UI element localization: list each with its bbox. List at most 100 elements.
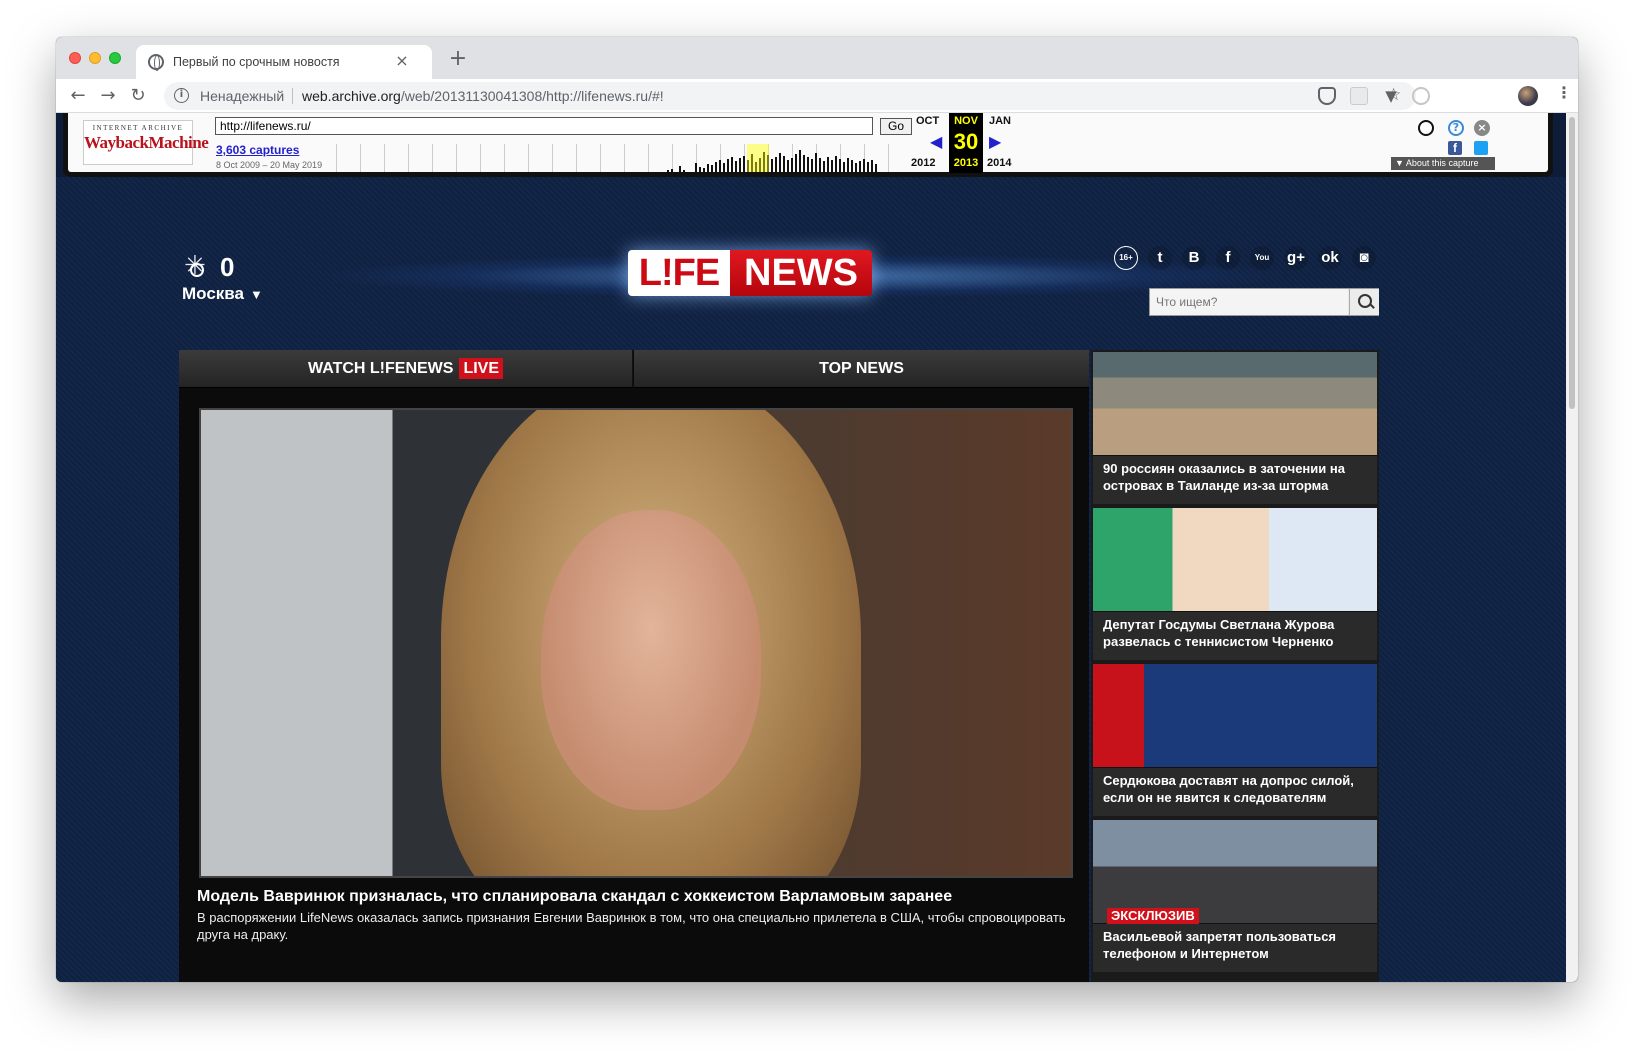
news-card[interactable]: Депутат Госдумы Светлана Журова развелас…	[1093, 508, 1377, 660]
about-capture[interactable]: ▼ About this capture	[1391, 157, 1495, 170]
security-label[interactable]: Ненадежный	[200, 87, 284, 105]
reload-button[interactable]: ↻	[126, 84, 150, 108]
omnibox[interactable]: i Ненадежный web.archive.org/web/2013113…	[164, 82, 1416, 110]
menu-icon[interactable]: ⋮	[1556, 83, 1572, 102]
profile-avatar[interactable]	[1518, 86, 1538, 106]
tab-watch-live[interactable]: WATCH L!FENEWS LIVE	[179, 350, 633, 388]
twitter-icon[interactable]: t	[1148, 246, 1172, 270]
news-thumbnail[interactable]	[1093, 352, 1377, 456]
logo-life: L!FE	[628, 250, 730, 296]
vivaldi-icon[interactable]: ▼	[1382, 87, 1400, 105]
capture-bar	[699, 167, 701, 172]
capture-bar	[823, 161, 825, 172]
facebook-share-icon[interactable]: f	[1448, 141, 1462, 155]
maximize-window-button[interactable]	[109, 52, 121, 64]
lifenews-logo[interactable]: L!FE NEWS	[628, 250, 872, 296]
browser-tab[interactable]: Первый по срочным новостя ×	[136, 45, 432, 79]
city-name: Москва	[182, 284, 244, 303]
capture-bar	[771, 159, 773, 172]
current-month: NOV	[949, 115, 983, 127]
news-card[interactable]: ЭКСКЛЮЗИВ Васильевой запретят пользоватьс…	[1093, 820, 1377, 972]
capture-sparkline[interactable]	[336, 144, 902, 172]
new-tab-button[interactable]: +	[446, 47, 470, 71]
google-plus-icon[interactable]: g+	[1284, 246, 1308, 270]
captures-range: 8 Oct 2009 – 20 May 2019	[216, 160, 323, 170]
capture-bar	[819, 158, 821, 172]
tab-top-news[interactable]: TOP NEWS	[634, 350, 1089, 388]
exclusive-badge: ЭКСКЛЮЗИВ	[1107, 908, 1199, 924]
news-title[interactable]: 90 россиян оказались в заточении на остр…	[1103, 460, 1373, 494]
wayback-logo-top: INTERNET ARCHIVE	[92, 124, 184, 132]
wayback-go-button[interactable]: Go	[880, 118, 912, 135]
news-title[interactable]: Сердюкова доставят на допрос силой, если…	[1103, 772, 1373, 806]
capture-bar	[835, 156, 837, 172]
vkontakte-icon[interactable]: B	[1182, 246, 1206, 270]
prev-year[interactable]: 2012	[911, 157, 935, 169]
prev-capture-arrow-icon[interactable]: ◀	[930, 132, 942, 151]
youtube-icon[interactable]: You	[1250, 246, 1274, 270]
search-input[interactable]	[1150, 289, 1348, 315]
omnibox-divider	[292, 88, 293, 104]
capture-bar	[667, 170, 669, 172]
news-title[interactable]: Депутат Госдумы Светлана Журова развелас…	[1103, 616, 1373, 650]
captures-link[interactable]: 3,603 captures	[216, 143, 299, 157]
page-scrollbar[interactable]	[1566, 113, 1578, 982]
help-icon[interactable]: ?	[1448, 120, 1464, 136]
tab-watch-label: WATCH L!FENEWS	[307, 360, 454, 377]
capture-bar	[695, 163, 697, 172]
tab-strip: Первый по срочным новостя × +	[56, 37, 1578, 79]
capture-bar	[711, 165, 713, 172]
instagram-icon[interactable]: ◙	[1352, 246, 1376, 270]
wayback-url-input[interactable]: http://lifenews.ru/	[215, 117, 873, 135]
capture-bar	[723, 163, 725, 172]
capture-bar	[787, 160, 789, 172]
minimize-window-button[interactable]	[89, 52, 101, 64]
extension-icon[interactable]	[1350, 87, 1368, 105]
capture-bar	[779, 153, 781, 172]
user-icon[interactable]	[1418, 120, 1434, 136]
info-icon[interactable]: i	[174, 88, 189, 103]
odnoklassniki-icon[interactable]: ok	[1318, 246, 1342, 270]
search-icon[interactable]	[1349, 289, 1379, 315]
scrollbar-thumb[interactable]	[1569, 117, 1575, 409]
city-selector[interactable]: Москва ▼	[182, 284, 263, 304]
current-day: 30	[953, 129, 979, 154]
news-thumbnail[interactable]	[1093, 508, 1377, 612]
capture-bar	[843, 162, 845, 172]
prev-month[interactable]: OCT	[916, 115, 939, 127]
tab-title: Первый по срочным новостя	[173, 55, 340, 69]
capture-bar	[815, 153, 817, 172]
capture-bar	[867, 162, 869, 172]
next-capture-arrow-icon[interactable]: ▶	[989, 132, 1001, 151]
back-button[interactable]: ←	[66, 84, 90, 108]
capture-bar	[731, 157, 733, 172]
news-card[interactable]: Сердюкова доставят на допрос силой, если…	[1093, 664, 1377, 816]
news-card[interactable]: 90 россиян оказались в заточении на остр…	[1093, 352, 1377, 504]
wayback-logo-main: WaybackMachine	[84, 133, 209, 152]
news-title[interactable]: Васильевой запретят пользоваться телефон…	[1103, 928, 1373, 962]
search-box	[1149, 288, 1379, 316]
close-tab-icon[interactable]: ×	[393, 52, 411, 70]
close-toolbar-icon[interactable]: ×	[1474, 120, 1490, 136]
close-window-button[interactable]	[69, 52, 81, 64]
capture-bar	[735, 161, 737, 172]
news-thumbnail[interactable]	[1093, 664, 1377, 768]
capture-bar	[683, 170, 685, 172]
twitter-share-icon[interactable]	[1474, 141, 1488, 155]
next-month[interactable]: JAN	[989, 115, 1011, 127]
capture-bar	[791, 158, 793, 172]
hero-image[interactable]	[199, 408, 1073, 878]
live-badge: LIVE	[459, 358, 504, 379]
forward-button[interactable]: →	[96, 84, 120, 108]
hero-headline[interactable]: Модель Вавринюк призналась, что спланиро…	[197, 887, 1077, 907]
pocket-icon[interactable]	[1318, 87, 1336, 105]
hero-caption: Модель Вавринюк призналась, что спланиро…	[197, 887, 1077, 943]
url-text[interactable]: web.archive.org/web/20131130041308/http:…	[302, 87, 664, 105]
capture-bar	[783, 156, 785, 172]
timer-icon[interactable]	[1412, 87, 1430, 105]
capture-bar	[715, 162, 717, 172]
capture-bar	[803, 155, 805, 172]
facebook-icon[interactable]: f	[1216, 246, 1240, 270]
next-year[interactable]: 2014	[987, 157, 1011, 169]
wayback-logo[interactable]: INTERNET ARCHIVE WaybackMachine	[83, 120, 209, 165]
